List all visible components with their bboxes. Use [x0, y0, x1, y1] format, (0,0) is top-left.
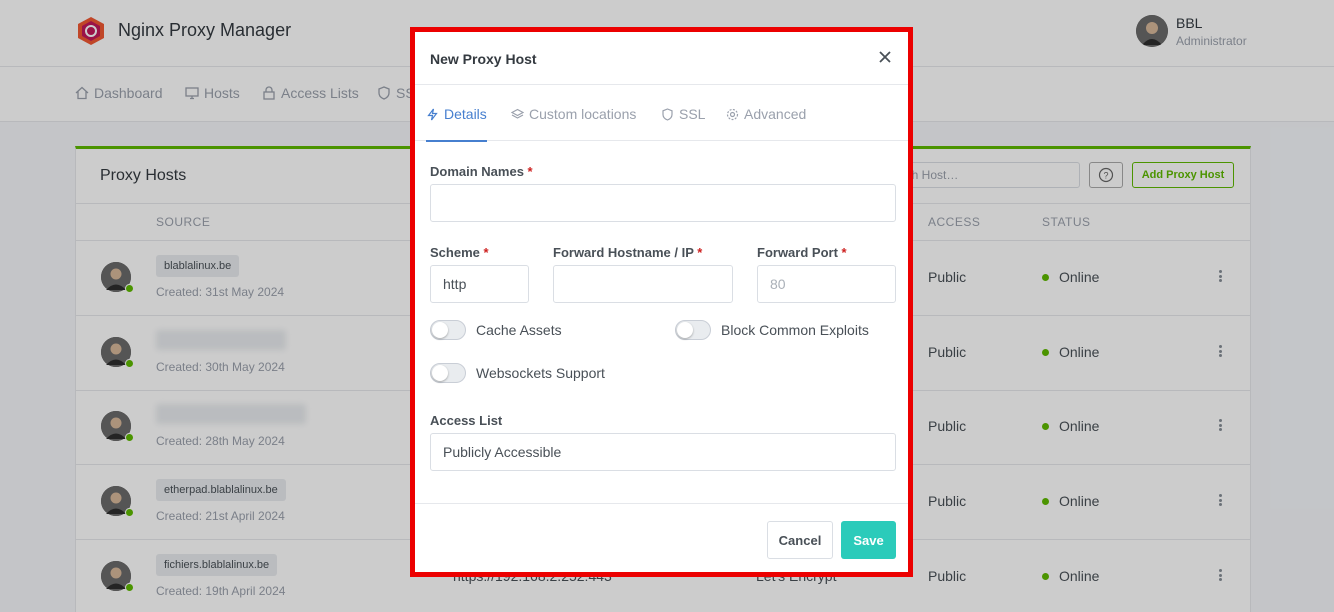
forward-port-label-text: Forward Port	[757, 245, 838, 260]
tab-label: Details	[444, 106, 487, 122]
cancel-button[interactable]: Cancel	[767, 521, 833, 559]
domain-names-input[interactable]	[430, 184, 896, 222]
tab-label: Custom locations	[529, 106, 637, 122]
shield-icon	[662, 107, 673, 121]
scheme-input[interactable]: http	[430, 265, 529, 303]
forward-port-label: Forward Port *	[757, 245, 847, 260]
forward-hostname-label: Forward Hostname / IP *	[553, 245, 702, 260]
active-tab-indicator	[426, 140, 487, 142]
tab-custom-locations[interactable]: Custom locations	[511, 106, 636, 122]
domain-names-label: Domain Names *	[430, 164, 533, 179]
cache-assets-toggle-row[interactable]: Cache Assets	[430, 320, 562, 340]
modal-footer: Cancel Save	[415, 503, 908, 572]
bolt-icon	[427, 108, 438, 120]
new-proxy-host-modal: New Proxy Host Details Custom locations …	[410, 27, 913, 577]
forward-port-input[interactable]: 80	[757, 265, 896, 303]
scheme-label-text: Scheme	[430, 245, 480, 260]
forward-hostname-label-text: Forward Hostname / IP	[553, 245, 694, 260]
domain-names-label-text: Domain Names	[430, 164, 524, 179]
gear-icon	[726, 108, 739, 120]
cache-assets-toggle[interactable]	[430, 320, 466, 340]
tab-ssl[interactable]: SSL	[661, 106, 705, 122]
tab-details[interactable]: Details	[426, 106, 487, 122]
save-button[interactable]: Save	[841, 521, 896, 559]
tab-label: SSL	[679, 106, 706, 122]
required-mark: *	[841, 245, 847, 260]
websockets-toggle-row[interactable]: Websockets Support	[430, 363, 605, 383]
scheme-label: Scheme *	[430, 245, 489, 260]
cache-assets-label: Cache Assets	[476, 322, 562, 338]
modal-tabs: Details Custom locations SSL Advanced	[415, 85, 908, 142]
block-exploits-label: Block Common Exploits	[721, 322, 869, 338]
required-mark: *	[483, 245, 489, 260]
access-list-select[interactable]: Publicly Accessible	[430, 433, 896, 471]
block-exploits-toggle[interactable]	[675, 320, 711, 340]
block-exploits-toggle-row[interactable]: Block Common Exploits	[675, 320, 869, 340]
modal-title: New Proxy Host	[430, 51, 537, 67]
required-mark: *	[527, 164, 533, 179]
forward-hostname-input[interactable]	[553, 265, 733, 303]
required-mark: *	[697, 245, 703, 260]
tab-advanced[interactable]: Advanced	[726, 106, 806, 122]
websockets-toggle[interactable]	[430, 363, 466, 383]
websockets-label: Websockets Support	[476, 365, 605, 381]
access-list-label: Access List	[430, 413, 503, 428]
layers-icon	[511, 108, 524, 119]
close-icon[interactable]	[878, 50, 892, 64]
modal-header: New Proxy Host	[415, 32, 908, 85]
tab-label: Advanced	[744, 106, 807, 122]
